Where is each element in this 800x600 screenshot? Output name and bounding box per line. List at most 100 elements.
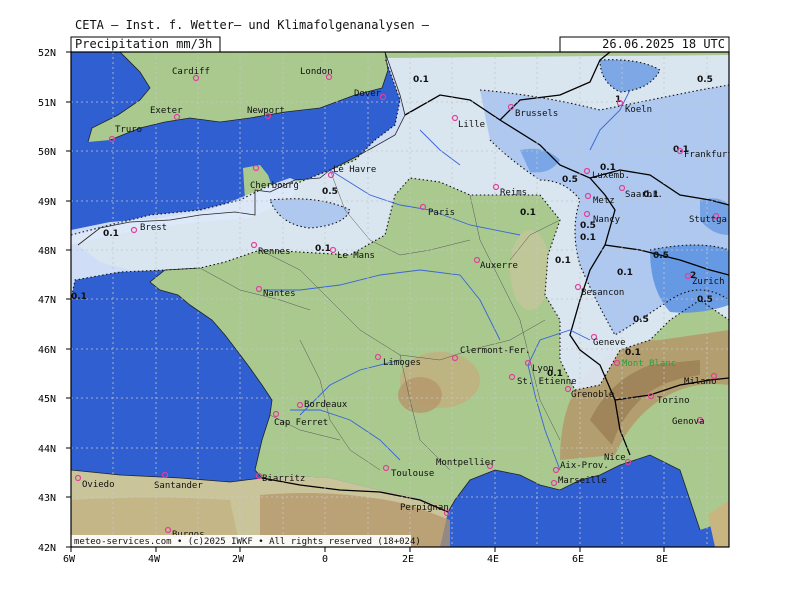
- contour-label: 0.1: [520, 208, 536, 218]
- lon-label: 0: [322, 554, 328, 565]
- svg-text:Le Havre: Le Havre: [333, 165, 376, 175]
- svg-text:Montpellier: Montpellier: [436, 458, 496, 468]
- longitude-axis: 6W 4W 2W 0 2E 4E 6E 8E: [63, 547, 668, 565]
- city-stuttgart: Stuttgart: [689, 212, 738, 225]
- svg-text:Dover: Dover: [354, 89, 382, 99]
- svg-text:Biarritz: Biarritz: [262, 474, 305, 484]
- svg-text:Aix-Prov.: Aix-Prov.: [560, 461, 609, 471]
- svg-text:Perpignan: Perpignan: [400, 503, 449, 513]
- contour-label: 0.5: [697, 75, 713, 85]
- city-aix: Aix-Prov.: [552, 461, 609, 474]
- svg-text:Genova: Genova: [672, 417, 705, 427]
- map-valid-time: 26.06.2025 18 UTC: [602, 37, 725, 51]
- lon-label: 4W: [148, 554, 161, 565]
- svg-text:Besancon: Besancon: [581, 288, 624, 298]
- lat-label: 46N: [38, 345, 56, 356]
- contour-label: 0.5: [322, 187, 338, 197]
- svg-text:Luxemb.: Luxemb.: [592, 171, 630, 181]
- svg-text:Metz: Metz: [593, 196, 615, 206]
- svg-text:Nantes: Nantes: [263, 289, 296, 299]
- city-dover: Dover: [354, 89, 387, 101]
- footer-credit: meteo-services.com • (c)2025 IWKF • All …: [74, 537, 421, 547]
- svg-text:Rennes: Rennes: [258, 247, 291, 257]
- svg-text:London: London: [300, 67, 333, 77]
- contour-label: 0.1: [555, 256, 571, 266]
- city-st-etienne: St. Etienne: [508, 373, 577, 387]
- lat-label: 48N: [38, 246, 56, 257]
- svg-text:Grenoble: Grenoble: [571, 390, 614, 400]
- map-institute-title: CETA — Inst. f. Wetter— und Klimafolgena…: [75, 18, 430, 32]
- lon-label: 6W: [63, 554, 76, 565]
- svg-text:Cardiff: Cardiff: [172, 67, 210, 77]
- lat-label: 50N: [38, 147, 56, 158]
- svg-text:Reims: Reims: [500, 188, 527, 198]
- lon-label: 8E: [656, 554, 668, 565]
- massif-central-peak: [398, 377, 442, 413]
- svg-text:Exeter: Exeter: [150, 106, 183, 116]
- latitude-axis: 52N 51N 50N 49N 48N 47N 46N 45N 44N 43N …: [38, 48, 71, 554]
- contour-label: 0.1: [625, 348, 641, 358]
- city-nantes: Nantes: [255, 285, 296, 299]
- svg-text:Koeln: Koeln: [625, 105, 652, 115]
- contour-label: 0.1: [580, 233, 596, 243]
- contour-label: 0.5: [697, 295, 713, 305]
- svg-text:Bordeaux: Bordeaux: [304, 400, 348, 410]
- svg-text:Cap Ferret: Cap Ferret: [274, 418, 328, 428]
- map-parameter-label: Precipitation mm/3h: [75, 37, 213, 51]
- svg-text:Frankfurt: Frankfurt: [684, 150, 733, 160]
- contour-label: 0.1: [413, 75, 429, 85]
- lat-label: 45N: [38, 394, 56, 405]
- svg-text:Mont Blanc: Mont Blanc: [622, 359, 676, 369]
- lon-label: 2E: [402, 554, 414, 565]
- city-bordeaux: Bordeaux: [296, 400, 348, 410]
- svg-text:Cherbourg: Cherbourg: [250, 181, 299, 191]
- contour-label: 0.5: [562, 175, 578, 185]
- city-montpellier: Montpellier: [436, 458, 496, 470]
- svg-text:Lyon: Lyon: [532, 364, 554, 374]
- svg-text:Saarbr.: Saarbr.: [625, 190, 663, 200]
- city-mont-blanc: Mont Blanc: [613, 359, 676, 369]
- svg-text:Limoges: Limoges: [383, 358, 421, 368]
- svg-text:Milano: Milano: [684, 377, 717, 387]
- lat-label: 52N: [38, 48, 56, 59]
- lat-label: 49N: [38, 197, 56, 208]
- svg-text:St. Etienne: St. Etienne: [517, 377, 577, 387]
- lon-label: 6E: [572, 554, 584, 565]
- svg-text:Nancy: Nancy: [593, 215, 621, 225]
- contour-label: 0.1: [315, 244, 331, 254]
- city-frankfurt: Frankfurt: [676, 147, 733, 160]
- lat-label: 47N: [38, 295, 56, 306]
- contour-label: 0.1: [103, 229, 119, 239]
- svg-text:Le Mans: Le Mans: [337, 251, 375, 261]
- svg-text:Truro: Truro: [115, 125, 142, 135]
- lat-label: 42N: [38, 543, 56, 554]
- city-genova: Genova: [672, 416, 705, 427]
- lat-label: 51N: [38, 98, 56, 109]
- svg-text:Lille: Lille: [458, 120, 485, 130]
- city-biarritz: Biarritz: [255, 472, 305, 484]
- svg-text:Geneve: Geneve: [593, 338, 626, 348]
- lon-label: 4E: [487, 554, 499, 565]
- svg-text:Brussels: Brussels: [515, 109, 558, 119]
- svg-text:Clermont-Fer.: Clermont-Fer.: [460, 346, 530, 356]
- svg-text:Zurich: Zurich: [692, 277, 725, 287]
- lon-label: 2W: [232, 554, 245, 565]
- lat-label: 44N: [38, 444, 56, 455]
- svg-text:Paris: Paris: [428, 208, 455, 218]
- svg-text:Toulouse: Toulouse: [391, 469, 434, 479]
- city-luxemb: Luxemb.: [583, 167, 630, 181]
- precipitation-map: 0.1 0.5 0.1 0.5 1 0.1 0.5 0.1 0.5 0.1 0.…: [38, 36, 738, 565]
- svg-text:Oviedo: Oviedo: [82, 480, 115, 490]
- svg-text:Stuttgart: Stuttgart: [689, 215, 738, 225]
- lat-label: 43N: [38, 493, 56, 504]
- city-marseille: Marseille: [550, 476, 607, 487]
- svg-text:Newport: Newport: [247, 106, 285, 116]
- contour-label: 0.1: [71, 292, 87, 302]
- svg-text:Auxerre: Auxerre: [480, 261, 518, 271]
- contour-label: 0.5: [633, 315, 649, 325]
- svg-text:Torino: Torino: [657, 396, 690, 406]
- contour-label: 0.5: [653, 251, 669, 261]
- svg-text:Brest: Brest: [140, 223, 167, 233]
- svg-text:Marseille: Marseille: [558, 476, 607, 486]
- contour-label: 0.1: [617, 268, 633, 278]
